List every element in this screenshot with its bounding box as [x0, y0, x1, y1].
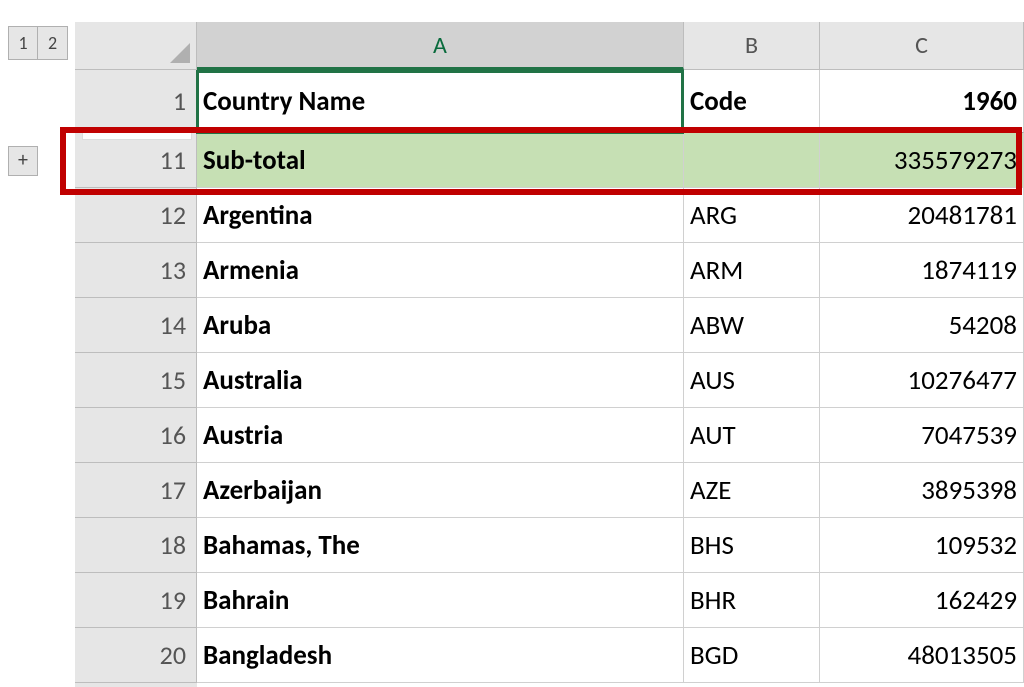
- row-header-14[interactable]: 14: [75, 298, 197, 353]
- cell-c13[interactable]: 1874119: [820, 243, 1024, 298]
- cell-b17[interactable]: AZE: [684, 463, 820, 518]
- table-row: 16 Austria AUT 7047539: [75, 408, 1024, 463]
- column-header-a[interactable]: A: [197, 22, 684, 70]
- cell-b13[interactable]: ARM: [684, 243, 820, 298]
- column-headers: A B C: [75, 22, 1024, 70]
- outline-level-buttons: 1 2: [8, 26, 68, 60]
- cell-a13[interactable]: Armenia: [197, 243, 684, 298]
- cell-b19[interactable]: BHR: [684, 573, 820, 628]
- select-all-triangle[interactable]: [75, 22, 197, 70]
- cell-c15[interactable]: 10276477: [820, 353, 1024, 408]
- row-header-17[interactable]: 17: [75, 463, 197, 518]
- table-row: 14 Aruba ABW 54208: [75, 298, 1024, 353]
- table-row: 12 Argentina ARG 20481781: [75, 188, 1024, 243]
- cell-c11[interactable]: 335579273: [820, 133, 1024, 188]
- cell-b20[interactable]: BGD: [684, 628, 820, 683]
- cell-b18[interactable]: BHS: [684, 518, 820, 573]
- cell-b15[interactable]: AUS: [684, 353, 820, 408]
- grid: 1 Country Name Code 1960 11 Sub-total 33…: [75, 70, 1024, 683]
- freeze-split-indicator: [82, 130, 192, 140]
- cell-a17[interactable]: Azerbaijan: [197, 463, 684, 518]
- cell-c14[interactable]: 54208: [820, 298, 1024, 353]
- cell-c16[interactable]: 7047539: [820, 408, 1024, 463]
- cell-a15[interactable]: Australia: [197, 353, 684, 408]
- cell-a19[interactable]: Bahrain: [197, 573, 684, 628]
- cell-b11[interactable]: [684, 133, 820, 188]
- cell-a16[interactable]: Austria: [197, 408, 684, 463]
- table-row: 19 Bahrain BHR 162429: [75, 573, 1024, 628]
- row-header-19[interactable]: 19: [75, 573, 197, 628]
- cell-a18[interactable]: Bahamas, The: [197, 518, 684, 573]
- cell-c20[interactable]: 48013505: [820, 628, 1024, 683]
- column-header-c[interactable]: C: [820, 22, 1024, 70]
- table-row: 15 Australia AUS 10276477: [75, 353, 1024, 408]
- cell-a14[interactable]: Aruba: [197, 298, 684, 353]
- cell-b16[interactable]: AUT: [684, 408, 820, 463]
- row-header-16[interactable]: 16: [75, 408, 197, 463]
- cell-b12[interactable]: ARG: [684, 188, 820, 243]
- cell-b14[interactable]: ABW: [684, 298, 820, 353]
- cell-c1[interactable]: 1960: [820, 70, 1024, 133]
- outline-expand-button[interactable]: +: [8, 146, 38, 176]
- cell-a1[interactable]: Country Name: [197, 70, 684, 133]
- row-header-20[interactable]: 20: [75, 628, 197, 683]
- row-header-12[interactable]: 12: [75, 188, 197, 243]
- cell-b1[interactable]: Code: [684, 70, 820, 133]
- cell-a12[interactable]: Argentina: [197, 188, 684, 243]
- header-row: 1 Country Name Code 1960: [75, 70, 1024, 133]
- cell-c12[interactable]: 20481781: [820, 188, 1024, 243]
- column-header-b[interactable]: B: [684, 22, 820, 70]
- subtotal-row: 11 Sub-total 335579273: [75, 133, 1024, 188]
- table-row: 13 Armenia ARM 1874119: [75, 243, 1024, 298]
- outline-level-2-button[interactable]: 2: [38, 26, 68, 60]
- cell-a20[interactable]: Bangladesh: [197, 628, 684, 683]
- cell-c18[interactable]: 109532: [820, 518, 1024, 573]
- row-header-1[interactable]: 1: [75, 70, 197, 133]
- row-header-15[interactable]: 15: [75, 353, 197, 408]
- table-row: 17 Azerbaijan AZE 3895398: [75, 463, 1024, 518]
- outline-level-1-button[interactable]: 1: [8, 26, 38, 60]
- row-header-18[interactable]: 18: [75, 518, 197, 573]
- table-row: 18 Bahamas, The BHS 109532: [75, 518, 1024, 573]
- row-header-13[interactable]: 13: [75, 243, 197, 298]
- cell-a11[interactable]: Sub-total: [197, 133, 684, 188]
- table-row: 20 Bangladesh BGD 48013505: [75, 628, 1024, 683]
- spreadsheet-viewport: 1 2 A B C 1 Country Name Code 1960 11 Su…: [0, 0, 1024, 685]
- row-header-11[interactable]: 11: [75, 133, 197, 188]
- cell-c19[interactable]: 162429: [820, 573, 1024, 628]
- outline-expand-container: +: [8, 146, 38, 176]
- cell-c17[interactable]: 3895398: [820, 463, 1024, 518]
